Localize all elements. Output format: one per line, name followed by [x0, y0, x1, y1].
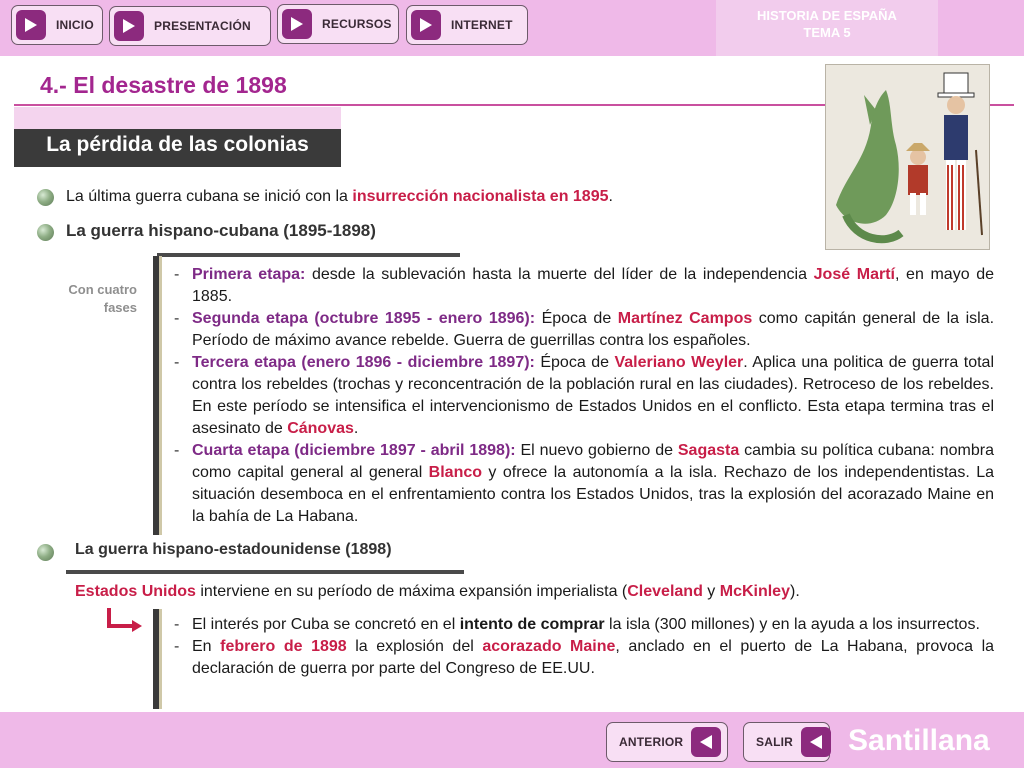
- highlighted-text: Blanco: [428, 464, 483, 481]
- text-run: En: [192, 638, 221, 655]
- phases-side-label: Con cuatro fases: [68, 282, 137, 315]
- recursos-button[interactable]: RECURSOS: [277, 4, 399, 44]
- highlighted-text: Valeriano Weyler: [614, 354, 744, 371]
- text-run: .: [608, 188, 613, 205]
- highlighted-text: febrero de 1898: [220, 638, 347, 655]
- top-navigation-bar: INICIO PRESENTACIÓN RECURSOS INTERNET HI…: [0, 0, 1024, 56]
- topic-number: TEMA 5: [803, 25, 851, 40]
- us-war-lead-text: Estados Unidos interviene en su período …: [75, 581, 955, 602]
- text-run: La última guerra cubana se inició con la: [66, 188, 353, 205]
- back-icon: [801, 727, 831, 757]
- text-run: desde la sublevación hasta la muerte del…: [305, 266, 814, 283]
- phase-item: - Primera etapa: desde la sublevación has…: [168, 264, 994, 308]
- recursos-label: RECURSOS: [322, 17, 392, 31]
- us-point-item: - En febrero de 1898 la explosión del aco…: [168, 636, 994, 680]
- play-icon: [114, 11, 144, 41]
- bullet-icon: [37, 224, 54, 241]
- section-banner: La pérdida de las colonias: [14, 107, 341, 167]
- dash-marker: -: [174, 310, 180, 327]
- text-run: ).: [789, 583, 800, 600]
- arrow-icon: [104, 606, 144, 639]
- highlighted-text: Tercera etapa (enero 1896 - diciembre 18…: [192, 354, 535, 371]
- text-run: El interés por Cuba se concretó en el: [192, 616, 460, 633]
- us-points-list: - El interés por Cuba se concretó en el i…: [168, 614, 994, 680]
- us-point-item: - El interés por Cuba se concretó en el i…: [168, 614, 994, 636]
- course-topic-label: HISTORIA DE ESPAÑA TEMA 5: [716, 0, 938, 56]
- inicio-button[interactable]: INICIO: [11, 5, 103, 45]
- dash-marker: -: [174, 616, 180, 633]
- us-war-heading: La guerra hispano-estadounidense (1898): [75, 541, 392, 558]
- highlighted-text: acorazado Maine: [482, 638, 616, 655]
- back-icon: [691, 727, 722, 757]
- section-title: La pérdida de las colonias: [46, 133, 309, 156]
- highlighted-text: Sagasta: [677, 442, 740, 459]
- highlighted-text: Estados Unidos: [75, 583, 196, 600]
- internet-label: INTERNET: [451, 18, 513, 32]
- dash-marker: -: [174, 354, 180, 371]
- phase-item: - Segunda etapa (octubre 1895 - enero 189…: [168, 308, 994, 352]
- dash-marker: -: [174, 638, 180, 655]
- presentacion-button[interactable]: PRESENTACIÓN: [109, 6, 271, 46]
- political-cartoon-image: [825, 64, 990, 250]
- salir-button[interactable]: SALIR: [743, 722, 831, 762]
- text-run: Época de: [535, 310, 618, 327]
- highlighted-text: Cuarta etapa (diciembre 1897 - abril 189…: [192, 442, 516, 459]
- text-run: .: [353, 420, 359, 437]
- text-run: interviene en su período de máxima expan…: [195, 583, 628, 600]
- presentacion-label: PRESENTACIÓN: [154, 19, 251, 33]
- play-icon: [16, 10, 46, 40]
- text-run: la explosión del: [346, 638, 483, 655]
- course-title: HISTORIA DE ESPAÑA: [757, 8, 897, 23]
- phases-list: - Primera etapa: desde la sublevación has…: [168, 264, 994, 528]
- bullet-icon: [37, 544, 54, 561]
- play-icon: [282, 9, 312, 39]
- cuban-war-heading: La guerra hispano-cubana (1895-1898): [66, 221, 376, 240]
- anterior-label: ANTERIOR: [619, 735, 684, 749]
- inicio-label: INICIO: [56, 18, 94, 32]
- text-run: la isla (300 millones) y en la ayuda a l…: [604, 616, 980, 633]
- highlighted-text: Primera etapa:: [192, 266, 306, 283]
- cuban-war-underline: [157, 253, 460, 257]
- phases-vertical-bar-shade: [159, 256, 162, 535]
- us-points-vertical-bar-shade: [159, 609, 162, 709]
- highlighted-text: Cleveland: [627, 583, 703, 600]
- section-banner-top: [14, 107, 341, 129]
- us-war-underline: [66, 570, 464, 574]
- anterior-button[interactable]: ANTERIOR: [606, 722, 728, 762]
- play-icon: [411, 10, 441, 40]
- highlighted-text: intento de comprar: [459, 616, 605, 633]
- salir-label: SALIR: [756, 735, 793, 749]
- text-run: y: [702, 583, 720, 600]
- highlighted-text: José Martí: [813, 266, 895, 283]
- bullet-icon: [37, 189, 54, 206]
- highlighted-text: insurrección nacionalista en 1895: [352, 188, 609, 205]
- text-run: Época de: [534, 354, 615, 371]
- dash-marker: -: [174, 266, 180, 283]
- page-title: 4.- El desastre de 1898: [40, 72, 287, 98]
- intro-text: La última guerra cubana se inició con la…: [66, 186, 806, 207]
- highlighted-text: Segunda etapa (octubre 1895 - enero 1896…: [192, 310, 536, 327]
- publisher-logo: Santillana: [848, 724, 990, 757]
- highlighted-text: Cánovas: [287, 420, 354, 437]
- bottom-navigation-bar: ANTERIOR SALIR Santillana: [0, 712, 1024, 768]
- internet-button[interactable]: INTERNET: [406, 5, 528, 45]
- phase-item: - Cuarta etapa (diciembre 1897 - abril 18…: [168, 440, 994, 528]
- text-run: El nuevo gobierno de: [515, 442, 678, 459]
- highlighted-text: McKinley: [719, 583, 790, 600]
- phase-item: - Tercera etapa (enero 1896 - diciembre 1…: [168, 352, 994, 440]
- dash-marker: -: [174, 442, 180, 459]
- highlighted-text: Martínez Campos: [617, 310, 753, 327]
